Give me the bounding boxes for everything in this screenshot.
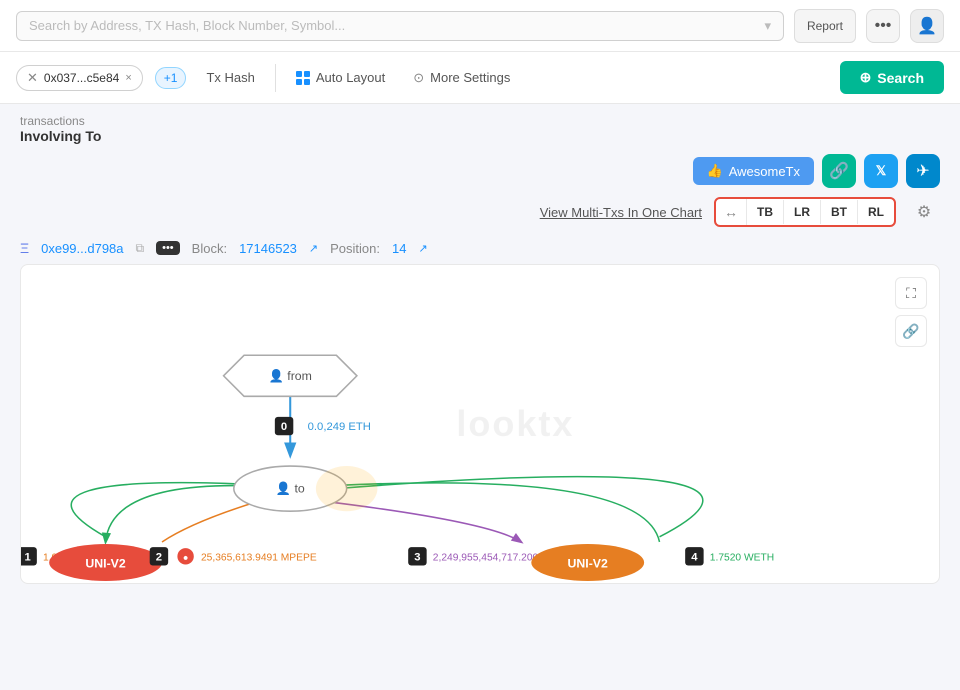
plus-badge[interactable]: +1 [155,67,187,89]
flow-chart-svg: 👤 from 0 0.0,249 ETH 👤 to 1 1.0716 WETH … [21,265,939,583]
auto-layout-button[interactable]: Auto Layout [288,66,393,89]
chart-actions: ⛶ 🔗 [895,277,927,347]
svg-text:👤 to: 👤 to [276,481,305,496]
svg-text:👤 from: 👤 from [269,368,312,383]
svg-text:UNI-V2: UNI-V2 [85,557,125,571]
position-external-link-icon[interactable]: ↗ [418,242,427,255]
divider [275,64,276,92]
breadcrumb-transactions: transactions [20,114,940,128]
view-multi-txs-link[interactable]: View Multi-Txs In One Chart [540,205,702,220]
auto-layout-label: Auto Layout [316,70,385,85]
social-row: 👍 AwesomeTx 🔗 𝕏 ✈ [0,154,960,196]
link-chart-button[interactable]: 🔗 [895,315,927,347]
layout-rl-button[interactable]: RL [858,200,894,224]
more-settings-button[interactable]: ⊙ More Settings [405,66,518,90]
svg-text:1: 1 [24,551,30,563]
position-value: 14 [392,241,406,256]
svg-text:0: 0 [281,421,287,433]
address-tag-chip[interactable]: ✕ 0x037...c5e84 × [16,65,143,91]
svg-text:2: 2 [156,551,162,563]
tx-hash-link[interactable]: 0xe99...d798a [41,241,123,256]
layout-bt-button[interactable]: BT [821,200,858,224]
more-settings-label: More Settings [430,70,510,85]
report-button[interactable]: Report [794,9,856,43]
svg-text:25,365,613.9491 MPEPE: 25,365,613.9491 MPEPE [201,552,317,563]
chart-area: looktx [20,264,940,584]
eth-icon: Ξ [20,240,29,256]
share-icon: 🔗 [829,161,849,181]
layout-arrow-button[interactable]: ↔ [716,199,747,225]
svg-text:3: 3 [414,551,420,563]
svg-text:4: 4 [691,551,698,563]
avatar: 👤 [910,9,944,43]
top-search-bar: Search by Address, TX Hash, Block Number… [0,0,960,52]
breadcrumb-involving-to: Involving To [20,128,940,144]
share-button[interactable]: 🔗 [822,154,856,188]
position-label: Position: [330,241,380,256]
layout-tb-button[interactable]: TB [747,200,784,224]
twitter-icon: 𝕏 [876,163,886,179]
awesometx-label: AwesomeTx [729,164,800,179]
block-label: Block: [192,241,227,256]
link-icon: 🔗 [902,323,919,340]
expand-icon: ⛶ [906,285,916,302]
settings-circle-icon: ⊙ [413,70,424,86]
layout-lr-button[interactable]: LR [784,200,821,224]
layout-selector: ↔ TB LR BT RL [714,197,896,227]
thumbs-up-icon: 👍 [707,163,723,179]
search-placeholder: Search by Address, TX Hash, Block Number… [29,18,345,33]
dots-button[interactable]: ••• [866,9,900,43]
tag-close-x[interactable]: × [125,72,131,84]
auto-layout-icon [296,71,310,85]
twitter-button[interactable]: 𝕏 [864,154,898,188]
svg-text:UNI-V2: UNI-V2 [568,557,608,571]
telegram-icon: ✈ [916,161,929,181]
block-number-link[interactable]: 17146523 [239,241,297,256]
tag-address: 0x037...c5e84 [44,71,119,85]
svg-text:1.7520 WETH: 1.7520 WETH [710,552,774,563]
copy-icon[interactable]: ⧉ [136,241,145,256]
svg-text:0.0,249 ETH: 0.0,249 ETH [308,421,371,433]
search-label: Search [877,70,924,86]
tx-info-row: Ξ 0xe99...d798a ⧉ ••• Block: 17146523 ↗ … [0,236,960,264]
svg-text:●: ● [183,552,189,562]
expand-chart-button[interactable]: ⛶ [895,277,927,309]
search-button[interactable]: ⊕ Search [840,61,944,94]
top-search-input[interactable]: Search by Address, TX Hash, Block Number… [16,11,784,41]
awesometx-button[interactable]: 👍 AwesomeTx [693,157,814,185]
more-dots-button[interactable]: ••• [156,241,180,255]
breadcrumb-bar: transactions Involving To [0,104,960,154]
search-icon: ⊕ [860,69,872,86]
telegram-button[interactable]: ✈ [906,154,940,188]
filter-bar: ✕ 0x037...c5e84 × +1 Tx Hash Auto Layout… [0,52,960,104]
tag-close-icon[interactable]: ✕ [27,70,38,86]
block-external-link-icon[interactable]: ↗ [309,242,318,255]
chart-settings-button[interactable]: ⚙ [908,196,940,228]
tx-hash-label: Tx Hash [198,66,262,89]
view-controls-row: View Multi-Txs In One Chart ↔ TB LR BT R… [0,196,960,236]
